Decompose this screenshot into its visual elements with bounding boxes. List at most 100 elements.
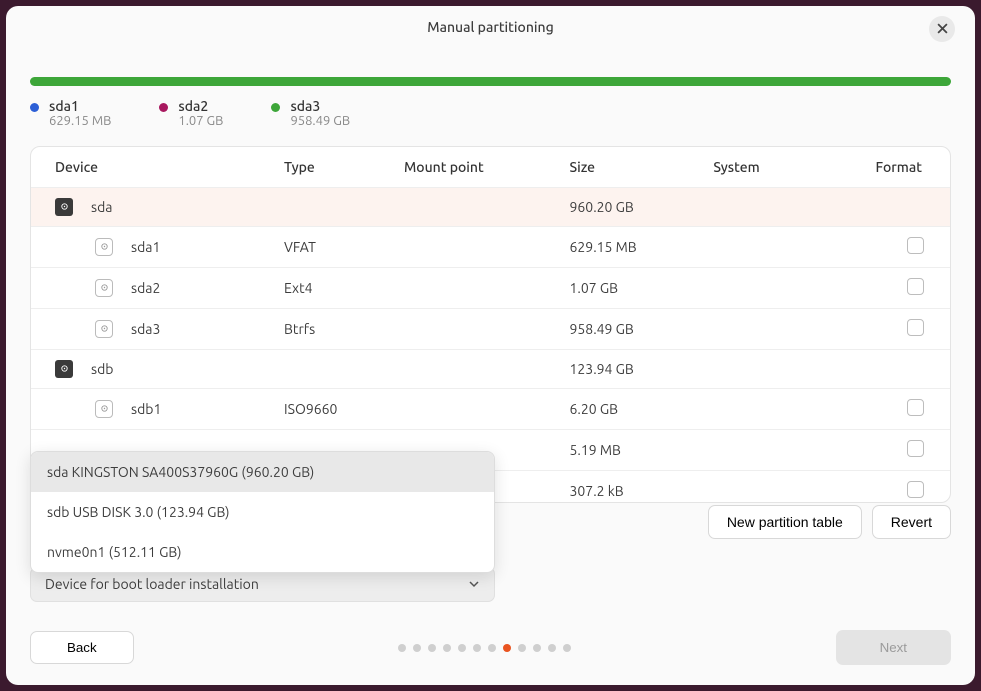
device-cell: sda: [55, 198, 268, 216]
format-checkbox[interactable]: [907, 319, 924, 336]
type-cell: [284, 349, 404, 388]
table-header-row: Device Type Mount point Size System Form…: [31, 147, 950, 188]
table-row[interactable]: sdb 123.94 GB: [31, 349, 950, 388]
col-device: Device: [31, 147, 284, 188]
col-type: Type: [284, 147, 404, 188]
table-row[interactable]: sda1 VFAT 629.15 MB: [31, 226, 950, 267]
legend-text: sda1 629.15 MB: [49, 98, 111, 128]
size-cell: 958.49 GB: [570, 308, 714, 349]
table-row[interactable]: sda2 Ext4 1.07 GB: [31, 267, 950, 308]
legend-name: sda2: [178, 98, 223, 114]
pager-dot: [443, 644, 451, 652]
device-cell: sda1: [55, 238, 268, 256]
legend-color-dot: [30, 103, 39, 112]
titlebar: Manual partitioning: [30, 6, 951, 49]
new-partition-table-button[interactable]: New partition table: [708, 505, 862, 539]
format-checkbox[interactable]: [907, 481, 924, 498]
disk-icon: [55, 198, 73, 216]
system-cell: [713, 187, 821, 226]
mount-cell: [404, 349, 570, 388]
legend-name: sda3: [290, 98, 350, 114]
step-pager: [398, 644, 571, 652]
device-name: sdb: [91, 361, 113, 377]
legend-color-dot: [271, 103, 280, 112]
format-cell: [821, 470, 950, 503]
legend-item: sda1 629.15 MB: [30, 98, 111, 128]
close-button[interactable]: [929, 16, 955, 42]
partition-icon: [95, 400, 113, 418]
col-system: System: [713, 147, 821, 188]
revert-button[interactable]: Revert: [872, 505, 951, 539]
mount-cell: [404, 267, 570, 308]
size-cell: 629.15 MB: [570, 226, 714, 267]
table-actions: New partition table Revert: [708, 505, 951, 539]
format-cell: [821, 388, 950, 429]
partition-icon: [95, 320, 113, 338]
type-cell: [284, 187, 404, 226]
table-row[interactable]: sda 960.20 GB: [31, 187, 950, 226]
partition-table: Device Type Mount point Size System Form…: [30, 146, 951, 503]
boot-device-option[interactable]: nvme0n1 (512.11 GB): [31, 532, 494, 572]
footer: Back Next: [30, 630, 951, 665]
device-cell: sda3: [55, 320, 268, 338]
pager-dot: [458, 644, 466, 652]
manual-partitioning-dialog: Manual partitioning sda1 629.15 MB sda2 …: [6, 6, 975, 685]
type-cell: ISO9660: [284, 388, 404, 429]
boot-device-label: Device for boot loader installation: [45, 576, 259, 592]
boot-device-option[interactable]: sda KINGSTON SA400S37960G (960.20 GB): [31, 452, 494, 492]
format-checkbox[interactable]: [907, 237, 924, 254]
table-row[interactable]: sdb1 ISO9660 6.20 GB: [31, 388, 950, 429]
size-cell: 5.19 MB: [570, 429, 714, 470]
legend-item: sda3 958.49 GB: [271, 98, 350, 128]
device-cell: sdb1: [55, 400, 268, 418]
system-cell: [713, 388, 821, 429]
device-cell: sda2: [55, 279, 268, 297]
legend-color-dot: [159, 103, 168, 112]
legend-text: sda3 958.49 GB: [290, 98, 350, 128]
boot-device-option[interactable]: sdb USB DISK 3.0 (123.94 GB): [31, 492, 494, 532]
format-checkbox[interactable]: [907, 399, 924, 416]
pager-dot: [413, 644, 421, 652]
system-cell: [713, 349, 821, 388]
type-cell: Btrfs: [284, 308, 404, 349]
mount-cell: [404, 308, 570, 349]
format-cell: [821, 308, 950, 349]
legend-size: 958.49 GB: [290, 114, 350, 128]
back-button[interactable]: Back: [30, 631, 134, 664]
pager-dot: [518, 644, 526, 652]
system-cell: [713, 226, 821, 267]
size-cell: 1.07 GB: [570, 267, 714, 308]
system-cell: [713, 429, 821, 470]
pager-dot: [398, 644, 406, 652]
legend-text: sda2 1.07 GB: [178, 98, 223, 128]
next-button: Next: [836, 630, 951, 665]
format-checkbox[interactable]: [907, 278, 924, 295]
dialog-title: Manual partitioning: [427, 19, 553, 35]
pager-dot: [503, 644, 511, 652]
legend-size: 1.07 GB: [178, 114, 223, 128]
mount-cell: [404, 187, 570, 226]
system-cell: [713, 470, 821, 503]
mount-cell: [404, 226, 570, 267]
col-mount: Mount point: [404, 147, 570, 188]
size-cell: 960.20 GB: [570, 187, 714, 226]
format-checkbox[interactable]: [907, 440, 924, 457]
size-cell: 123.94 GB: [570, 349, 714, 388]
format-cell: [821, 226, 950, 267]
disk-icon: [55, 360, 73, 378]
format-cell: [821, 429, 950, 470]
system-cell: [713, 308, 821, 349]
mount-cell: [404, 388, 570, 429]
boot-device-dropdown-popup: sda KINGSTON SA400S37960G (960.20 GB)sdb…: [30, 451, 495, 573]
disk-usage-bar: [30, 77, 951, 86]
pager-dot: [428, 644, 436, 652]
type-cell: Ext4: [284, 267, 404, 308]
table-row[interactable]: sda3 Btrfs 958.49 GB: [31, 308, 950, 349]
format-cell: [821, 349, 950, 388]
size-cell: 307.2 kB: [570, 470, 714, 503]
system-cell: [713, 267, 821, 308]
legend-size: 629.15 MB: [49, 114, 111, 128]
device-name: sda2: [131, 280, 160, 296]
pager-dot: [473, 644, 481, 652]
device-name: sda: [91, 199, 112, 215]
